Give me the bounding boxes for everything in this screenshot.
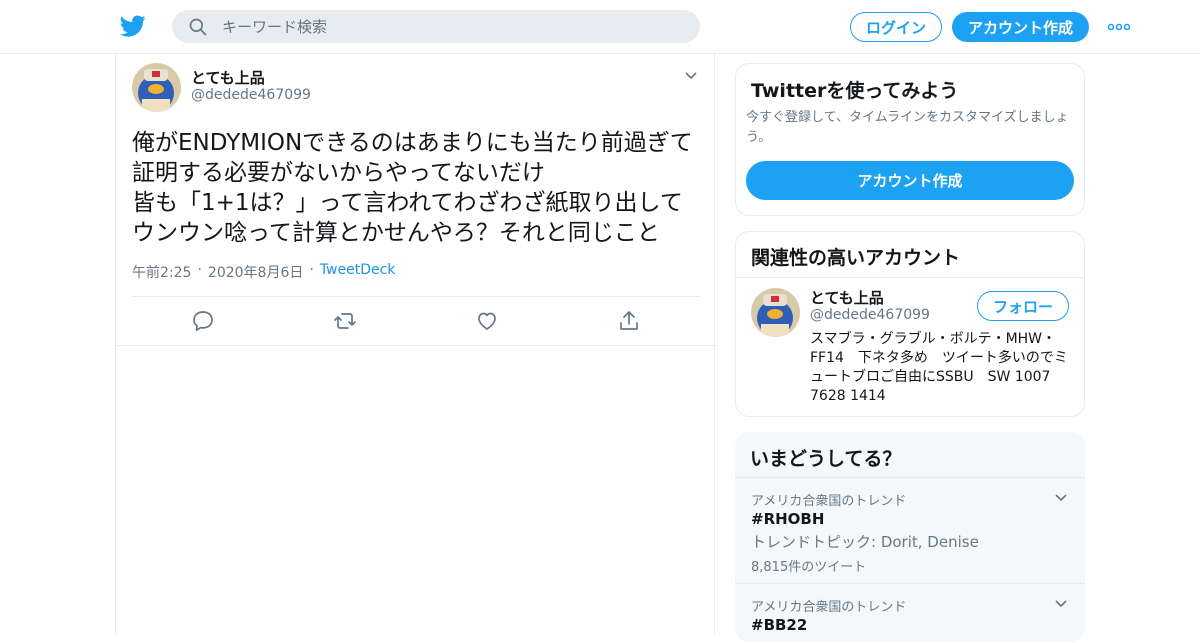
divider — [116, 345, 716, 346]
author-handle[interactable]: @dedede467099 — [191, 87, 311, 103]
reply-icon[interactable] — [191, 309, 215, 333]
tweet-meta: 午前2:25 · 2020年8月6日 · TweetDeck — [132, 262, 395, 282]
trend-item[interactable]: アメリカ合衆国のトレンド #RHOBH トレンドトピック: Dorit, Den… — [735, 477, 1085, 583]
trend-location: アメリカ合衆国のトレンド — [751, 494, 907, 509]
more-dots-icon[interactable] — [1106, 18, 1132, 36]
related-account-handle[interactable]: @dedede467099 — [810, 307, 930, 323]
trend-item[interactable]: アメリカ合衆国のトレンド #BB22 — [735, 583, 1085, 643]
avatar-image — [751, 288, 800, 337]
search-box[interactable] — [172, 10, 700, 43]
top-bar: ログイン アカウント作成 — [0, 0, 1200, 54]
trends-title: いまどうしてる？ — [750, 448, 902, 470]
avatar-image — [132, 63, 181, 112]
trend-tag[interactable]: #RHOBH — [751, 510, 824, 528]
related-account-name[interactable]: とても上品 — [810, 287, 884, 308]
share-icon[interactable] — [617, 309, 641, 333]
signup-card-title: Twitterを使ってみよう — [751, 80, 959, 102]
trend-location: アメリカ合衆国のトレンド — [751, 600, 907, 615]
tweet-text: 俺がENDYMIONできるのはあまりにも当たり前過ぎて証明する必要がないからやっ… — [132, 130, 693, 246]
signup-button[interactable]: アカウント作成 — [952, 12, 1089, 42]
trends-card: いまどうしてる？ アメリカ合衆国のトレンド #RHOBH トレンドトピック: D… — [735, 432, 1085, 642]
separator-dot: · — [197, 262, 202, 278]
chevron-down-icon[interactable] — [684, 69, 698, 83]
tweet-actions — [116, 297, 716, 345]
chevron-down-icon[interactable] — [1053, 490, 1069, 506]
trend-count: 8,815件のツイート — [751, 560, 867, 575]
author-name[interactable]: とても上品 — [191, 67, 265, 88]
follow-button[interactable]: フォロー — [977, 291, 1069, 321]
avatar[interactable] — [751, 288, 800, 337]
tweet-time[interactable]: 午前2:25 — [132, 262, 191, 282]
divider — [736, 277, 1084, 278]
trend-topic: トレンドトピック: Dorit, Denise — [751, 533, 979, 551]
search-icon — [189, 18, 207, 36]
login-button[interactable]: ログイン — [850, 12, 942, 42]
related-accounts-card: 関連性の高いアカウント とても上品 @dedede467099 フォロー スマブ… — [735, 231, 1085, 417]
tweet-column: とても上品 @dedede467099 俺がENDYMIONできるのはあまりにも… — [115, 54, 716, 634]
like-icon[interactable] — [475, 309, 499, 333]
search-input[interactable] — [222, 10, 682, 43]
tweet-date[interactable]: 2020年8月6日 — [208, 262, 303, 282]
avatar[interactable] — [132, 63, 181, 112]
retweet-icon[interactable] — [333, 309, 357, 333]
separator-dot: · — [309, 262, 314, 278]
signup-card-button[interactable]: アカウント作成 — [746, 161, 1074, 200]
tweet-source-link[interactable]: TweetDeck — [320, 262, 396, 282]
chevron-down-icon[interactable] — [1053, 596, 1069, 612]
twitter-bird-icon[interactable] — [120, 13, 146, 39]
trend-tag[interactable]: #BB22 — [751, 616, 807, 634]
signup-card: Twitterを使ってみよう 今すぐ登録して、タイムラインをカスタマイズしましょ… — [735, 63, 1085, 216]
related-account-bio: スマブラ・グラブル・ボルテ・MHW・FF14 下ネタ多め ツイート多いのでミュー… — [810, 331, 1068, 404]
signup-card-description: 今すぐ登録して、タイムラインをカスタマイズしましょう。 — [746, 110, 1069, 145]
related-title: 関連性の高いアカウント — [751, 247, 961, 269]
